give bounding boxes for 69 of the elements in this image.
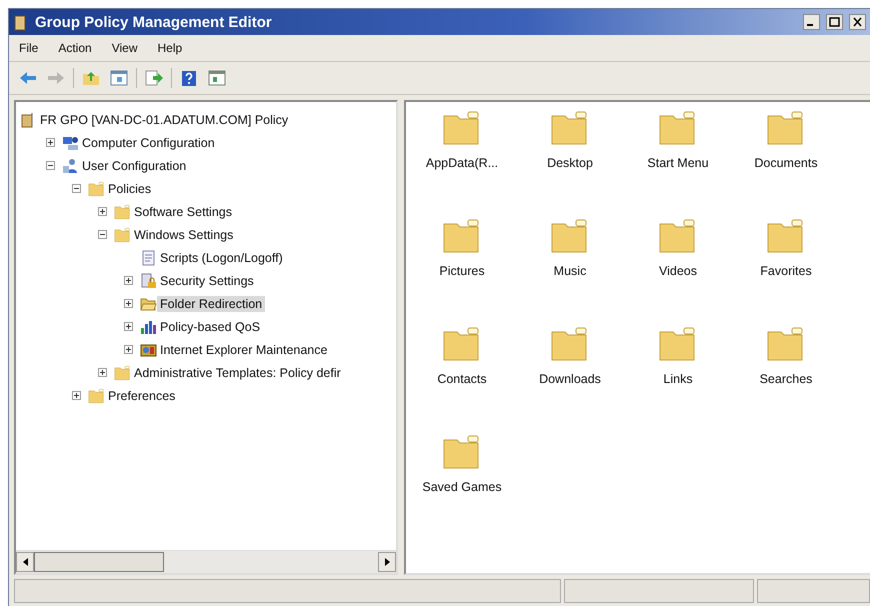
back-arrow-icon xyxy=(19,71,37,85)
tree-item[interactable]: Policies xyxy=(105,180,154,196)
tree-item[interactable]: Windows Settings xyxy=(131,226,236,242)
tree-item[interactable]: Computer Configuration xyxy=(79,134,218,150)
collapse-icon[interactable] xyxy=(72,184,81,193)
tree-item[interactable]: Administrative Templates: Policy defir xyxy=(131,364,344,380)
scroll-right-button[interactable] xyxy=(378,552,396,572)
folder-icon xyxy=(114,204,131,220)
menu-item[interactable]: File xyxy=(19,41,38,55)
tree-item[interactable]: Internet Explorer Maintenance xyxy=(157,342,330,358)
close-icon[interactable] xyxy=(849,14,866,30)
folder-icon xyxy=(114,364,131,380)
maximize-icon[interactable] xyxy=(826,14,843,30)
export-list-icon xyxy=(145,70,163,86)
window-pane-icon xyxy=(208,70,226,86)
folder-label[interactable]: Desktop xyxy=(547,156,593,170)
folder-label[interactable]: AppData(R... xyxy=(426,156,498,170)
tree-item[interactable]: User Configuration xyxy=(79,158,190,174)
bar-chart-icon xyxy=(140,318,157,334)
expand-icon[interactable] xyxy=(98,207,107,216)
menu-item[interactable]: Help xyxy=(158,41,182,55)
collapse-icon[interactable] xyxy=(46,161,55,170)
scrollbar-thumb[interactable] xyxy=(34,552,164,572)
folder-label[interactable]: Documents xyxy=(754,156,818,170)
expand-icon[interactable] xyxy=(124,345,133,354)
tree-item[interactable]: Folder Redirection xyxy=(157,296,266,312)
minimize-icon[interactable] xyxy=(803,14,820,30)
folder-label[interactable]: Searches xyxy=(760,372,812,386)
expand-icon[interactable] xyxy=(72,391,81,400)
folder-icon xyxy=(88,388,105,404)
toolbox-icon xyxy=(140,342,157,358)
tree-item[interactable]: FR GPO [VAN-DC-01.ADATUM.COM] Policy xyxy=(37,112,292,128)
menu-item[interactable]: View xyxy=(112,41,138,55)
right-arrow-icon xyxy=(384,558,390,566)
tree-item[interactable]: Scripts (Logon/Logoff) xyxy=(157,250,286,266)
folder-icon xyxy=(114,226,131,242)
window-title: Group Policy Management Editor xyxy=(35,14,273,30)
folder-label[interactable]: Saved Games xyxy=(422,480,502,494)
window-pane-icon xyxy=(110,70,128,86)
expand-icon[interactable] xyxy=(124,299,133,308)
folder-up-icon xyxy=(82,70,100,86)
forward-arrow-icon xyxy=(47,71,65,85)
expand-icon[interactable] xyxy=(124,276,133,285)
tree-item[interactable]: Security Settings xyxy=(157,272,257,288)
tree-item[interactable]: Policy-based QoS xyxy=(157,318,264,334)
folder-label[interactable]: Music xyxy=(554,264,586,278)
expand-icon[interactable] xyxy=(98,368,107,377)
open-folder-icon xyxy=(140,296,157,312)
expand-icon[interactable] xyxy=(46,138,55,147)
folder-label[interactable]: Videos xyxy=(659,264,697,278)
left-arrow-icon xyxy=(22,558,28,566)
tree-item[interactable]: Software Settings xyxy=(131,204,235,220)
folder-label[interactable]: Favorites xyxy=(760,264,812,278)
folder-label[interactable]: Links xyxy=(663,372,693,386)
document-icon xyxy=(140,250,157,266)
tree-item[interactable]: Preferences xyxy=(105,388,178,404)
folder-label[interactable]: Contacts xyxy=(437,372,487,386)
scroll-left-button[interactable] xyxy=(16,552,34,572)
folder-label[interactable]: Start Menu xyxy=(647,156,709,170)
folder-icon xyxy=(88,180,105,196)
lock-document-icon xyxy=(140,272,157,288)
folder-label[interactable]: Downloads xyxy=(539,372,601,386)
expand-icon[interactable] xyxy=(124,322,133,331)
folder-label[interactable]: Pictures xyxy=(439,264,485,278)
collapse-icon[interactable] xyxy=(98,230,107,239)
help-icon xyxy=(181,70,197,86)
computer-icon xyxy=(62,134,79,150)
users-icon xyxy=(62,158,79,174)
menu-item[interactable]: Action xyxy=(58,41,92,55)
